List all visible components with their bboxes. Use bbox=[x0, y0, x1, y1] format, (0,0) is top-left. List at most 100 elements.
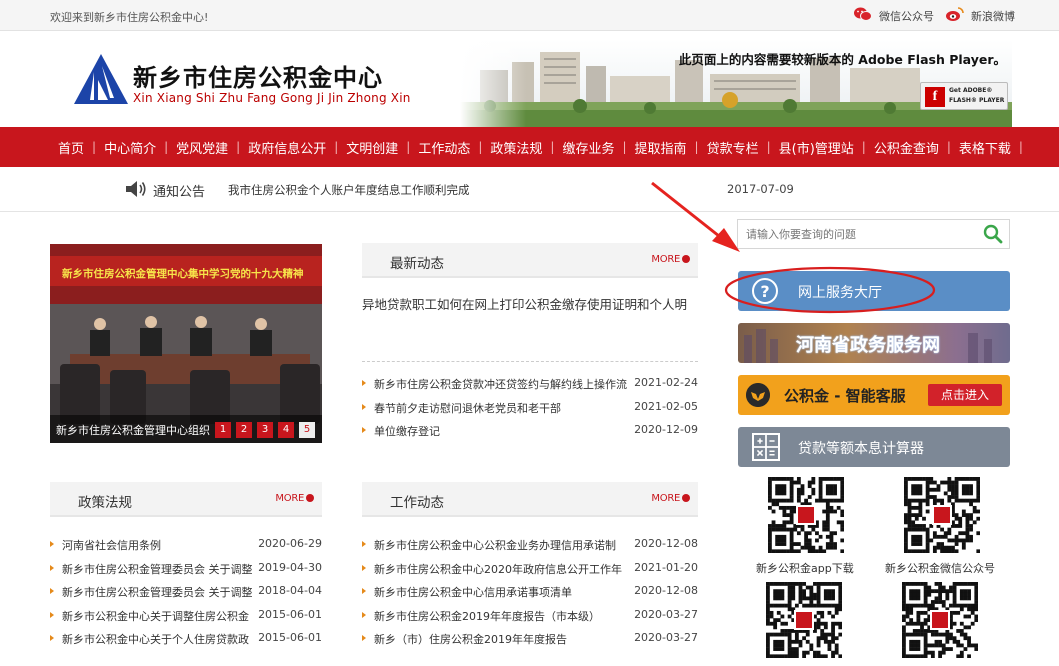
work-news-more-link[interactable]: MORE bbox=[651, 493, 690, 504]
slide-dot-2[interactable]: 2 bbox=[236, 422, 252, 438]
list-item-title[interactable]: 新乡市住房公积金贷款冲还贷签约与解约线上操作流 bbox=[374, 376, 627, 392]
wechat-link[interactable]: 微信公众号 bbox=[854, 7, 934, 24]
henan-gov-service-banner[interactable]: 河南省政务服务网 bbox=[738, 323, 1010, 363]
list-item[interactable]: 春节前夕走访慰问退休老党员和老干部 2021-02-05 bbox=[362, 400, 698, 424]
more-circle-icon bbox=[306, 494, 314, 502]
list-item-title[interactable]: 新乡（市）住房公积金2019年年度报告 bbox=[374, 631, 567, 647]
nav-item-home[interactable]: 首页 bbox=[50, 138, 92, 157]
list-item[interactable]: 新乡市住房公积金贷款冲还贷签约与解约线上操作流 2021-02-24 bbox=[362, 376, 698, 400]
nav-item-forms[interactable]: 表格下载 bbox=[951, 138, 1019, 157]
nav-item-gov-info[interactable]: 政府信息公开 bbox=[240, 138, 334, 157]
list-item-title[interactable]: 春节前夕走访慰问退休老党员和老干部 bbox=[374, 400, 561, 416]
site-pinyin: Xin Xiang Shi Zhu Fang Gong Ji Jin Zhong… bbox=[133, 91, 411, 105]
list-item[interactable]: 新乡市住房公积金管理委员会 关于调整 2019-04-30 bbox=[50, 561, 322, 585]
list-item-date: 2019-04-30 bbox=[258, 560, 322, 574]
ai-enter-button[interactable]: 点击进入 bbox=[928, 384, 1002, 406]
list-item-title[interactable]: 新乡市住房公积金2019年年度报告（市本级） bbox=[374, 608, 600, 624]
slide-dot-1[interactable]: 1 bbox=[215, 422, 231, 438]
list-item-title[interactable]: 新乡市住房公积金中心公积金业务办理信用承诺制 bbox=[374, 537, 616, 553]
nav-list: 首页 | 中心简介 | 党风党建 | 政府信息公开 | 文明创建 | 工作动态 | 政策法规… bbox=[50, 127, 1023, 167]
slide-dot-4[interactable]: 4 bbox=[278, 422, 294, 438]
nav-item-party[interactable]: 党风党建 bbox=[168, 138, 236, 157]
list-item[interactable]: 新乡市住房公积金2019年年度报告（市本级） 2020-03-27 bbox=[362, 608, 698, 632]
list-item-date: 2015-06-01 bbox=[258, 631, 322, 644]
latest-news-title: 最新动态 bbox=[390, 256, 444, 272]
list-item[interactable]: 新乡市住房公积金中心公积金业务办理信用承诺制 2020-12-08 bbox=[362, 537, 698, 561]
logo-icon[interactable] bbox=[72, 52, 130, 106]
nav-item-policy[interactable]: 政策法规 bbox=[482, 138, 550, 157]
weibo-icon bbox=[946, 7, 964, 21]
list-item[interactable]: 新乡市住房公积金中心2020年政府信息公开工作年 2021-01-20 bbox=[362, 561, 698, 585]
get-flash-player-button[interactable]: f Get ADOBE® FLASH® PLAYER bbox=[920, 82, 1008, 110]
weibo-link[interactable]: 新浪微博 bbox=[946, 7, 1015, 24]
divider bbox=[362, 361, 698, 362]
notice-link[interactable]: 我市住房公积金个人账户年度结息工作顺利完成 bbox=[228, 182, 470, 198]
qr-code[interactable] bbox=[902, 582, 979, 659]
online-service-hall-button[interactable]: ? 网上服务大厅 bbox=[738, 271, 1010, 311]
work-news-header: 工作动态 MORE bbox=[362, 482, 698, 517]
list-item[interactable]: 新乡市住房公积金管理委员会 关于调整 2018-04-04 bbox=[50, 584, 322, 608]
latest-news-list: 新乡市住房公积金贷款冲还贷签约与解约线上操作流 2021-02-24 春节前夕走访… bbox=[362, 376, 698, 447]
list-item[interactable]: 河南省社会信用条例 2020-06-29 bbox=[50, 537, 322, 561]
list-item-title[interactable]: 河南省社会信用条例 bbox=[62, 537, 161, 553]
flash-player-message: 此页面上的内容需要较新版本的 Adobe Flash Player。 bbox=[678, 52, 1006, 67]
loan-calculator-button[interactable]: 贷款等额本息计算器 bbox=[738, 427, 1010, 467]
qr-code[interactable] bbox=[766, 582, 843, 659]
ai-customer-service-banner[interactable]: 公积金 - 智能客服 点击进入 bbox=[738, 375, 1010, 415]
nav-item-county-station[interactable]: 县(市)管理站 bbox=[771, 138, 862, 157]
bullet-arrow-icon bbox=[362, 541, 366, 547]
list-item[interactable]: 单位缴存登记 2020-12-09 bbox=[362, 423, 698, 447]
list-item-date: 2020-06-29 bbox=[258, 537, 322, 550]
list-item-title[interactable]: 新乡市公积金中心关于个人住房贷款政 bbox=[62, 631, 249, 647]
nav-item-deposit[interactable]: 缴存业务 bbox=[554, 138, 622, 157]
calculator-label: 贷款等额本息计算器 bbox=[798, 441, 924, 457]
list-item-title[interactable]: 新乡市公积金中心关于调整住房公积金 bbox=[62, 608, 249, 624]
nav-item-query[interactable]: 公积金查询 bbox=[866, 138, 947, 157]
flash-logo-icon: f bbox=[925, 87, 945, 107]
list-item[interactable]: 新乡市公积金中心关于调整住房公积金 2015-06-01 bbox=[50, 608, 322, 632]
list-item-date: 2020-03-27 bbox=[634, 631, 698, 644]
nav-item-about[interactable]: 中心简介 bbox=[96, 138, 164, 157]
app-download-qr-code[interactable] bbox=[768, 477, 845, 554]
flash-button-line2: FLASH® PLAYER bbox=[949, 97, 1005, 104]
search-icon[interactable] bbox=[983, 224, 1003, 244]
list-item-date: 2020-12-08 bbox=[634, 584, 698, 597]
notice-date: 2017-07-09 bbox=[727, 182, 794, 196]
flash-button-line1: Get ADOBE® bbox=[949, 87, 993, 94]
slide-dot-3[interactable]: 3 bbox=[257, 422, 273, 438]
featured-news-link[interactable]: 异地贷款职工如何在网上打印公积金缴存使用证明和个人明 bbox=[362, 294, 698, 313]
wechat-account-qr-code[interactable] bbox=[904, 477, 981, 554]
list-item-date: 2015-06-01 bbox=[258, 607, 322, 621]
list-item[interactable]: 新乡市住房公积金中心信用承诺事项清单 2020-12-08 bbox=[362, 584, 698, 608]
nav-item-loan[interactable]: 贷款专栏 bbox=[699, 138, 767, 157]
list-item[interactable]: 新乡（市）住房公积金2019年年度报告 2020-03-27 bbox=[362, 631, 698, 655]
notice-label: 通知公告 bbox=[153, 185, 206, 200]
policy-header: 政策法规 MORE bbox=[50, 482, 322, 517]
list-item-date: 2021-02-05 bbox=[634, 399, 698, 413]
latest-news-more-link[interactable]: MORE bbox=[651, 254, 690, 265]
slide-dot-5[interactable]: 5 bbox=[299, 422, 315, 438]
news-slideshow[interactable]: 新乡市住房公积金管理中心集中学习党的十九大精神 新乡市住房公积金管理中心组织 1… bbox=[50, 244, 322, 443]
list-item-date: 2020-12-08 bbox=[634, 537, 698, 550]
list-item-title[interactable]: 单位缴存登记 bbox=[374, 423, 440, 439]
policy-more-link[interactable]: MORE bbox=[275, 493, 314, 504]
list-item-title[interactable]: 新乡市住房公积金中心信用承诺事项清单 bbox=[374, 584, 572, 600]
list-item-title[interactable]: 新乡市住房公积金管理委员会 关于调整 bbox=[62, 561, 253, 577]
wechat-icon bbox=[854, 7, 872, 21]
nav-item-civility[interactable]: 文明创建 bbox=[338, 138, 406, 157]
annotation-arrow-head bbox=[712, 228, 740, 252]
list-item-title[interactable]: 新乡市住房公积金中心2020年政府信息公开工作年 bbox=[374, 561, 622, 577]
list-item[interactable]: 新乡市公积金中心关于个人住房贷款政 2015-06-01 bbox=[50, 631, 322, 655]
bullet-arrow-icon bbox=[362, 403, 366, 410]
more-label: MORE bbox=[651, 493, 680, 504]
meeting-photo: 新乡市住房公积金管理中心集中学习党的十九大精神 bbox=[50, 244, 322, 443]
nav-item-work-news[interactable]: 工作动态 bbox=[410, 138, 478, 157]
list-item-title[interactable]: 新乡市住房公积金管理委员会 关于调整 bbox=[62, 584, 253, 600]
nav-item-withdraw[interactable]: 提取指南 bbox=[627, 138, 695, 157]
more-circle-icon bbox=[682, 255, 690, 263]
more-circle-icon bbox=[682, 494, 690, 502]
list-item-date: 2018-04-04 bbox=[258, 584, 322, 597]
wechat-qr-label: 新乡公积金微信公众号 bbox=[885, 562, 995, 575]
search-input[interactable] bbox=[738, 220, 978, 248]
policy-title: 政策法规 bbox=[78, 495, 132, 511]
